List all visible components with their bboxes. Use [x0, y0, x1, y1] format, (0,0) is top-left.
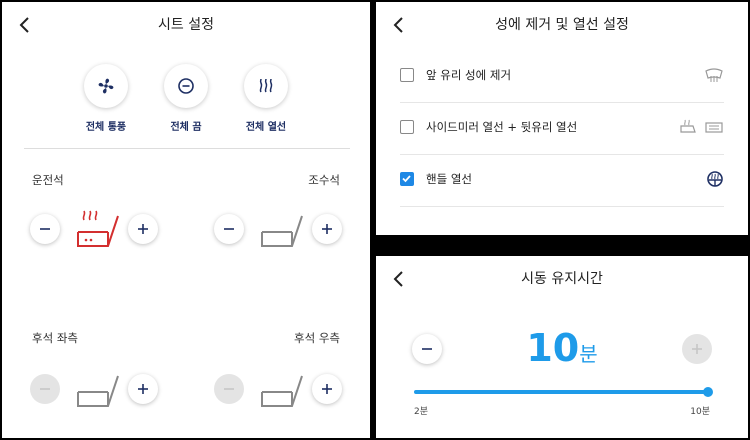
idle-time-panel: 시동 유지시간 10분 2분 10분	[376, 256, 748, 438]
driver-increase-button[interactable]	[128, 214, 158, 244]
rear-right-seat-icon	[261, 375, 303, 407]
page-title: 성에 제거 및 열선 설정	[495, 17, 629, 33]
rear-left-decrease-button[interactable]	[30, 374, 60, 404]
power-off-icon	[178, 78, 194, 94]
page-title: 시동 유지시간	[521, 271, 603, 287]
all-ventilation-label: 전체 통풍	[85, 122, 127, 133]
rear-right-increase-button[interactable]	[312, 374, 342, 404]
seat-settings-panel: 시트 설정 전체 통풍 전체 끔 전체 열선 운전석 조수석 후석 좌측 후석 …	[2, 2, 370, 438]
passenger-increase-button[interactable]	[312, 214, 342, 244]
minus-icon	[224, 388, 234, 390]
slider-max-label: 10분	[690, 407, 710, 417]
page-title: 시트 설정	[158, 17, 214, 33]
minus-icon	[40, 228, 50, 230]
driver-seat-heated-icon	[77, 210, 119, 247]
steering-heat-icon	[707, 171, 723, 187]
rear-defrost-icon	[705, 122, 723, 133]
divider	[24, 148, 350, 149]
mirror-rear-heat-checkbox[interactable]	[400, 120, 414, 134]
idle-time-slider[interactable]	[414, 387, 713, 397]
minus-icon	[40, 388, 50, 390]
mirror-rear-heat-option[interactable]: 사이드미러 열선 + 뒷유리 열선	[400, 102, 724, 155]
slider-min-label: 2분	[414, 407, 429, 417]
passenger-decrease-button[interactable]	[214, 214, 244, 244]
passenger-seat-label: 조수석	[308, 173, 340, 187]
minus-icon	[224, 228, 234, 230]
front-defrost-option[interactable]: 앞 유리 성에 제거	[400, 50, 724, 103]
steering-heat-label: 핸들 열선	[426, 172, 472, 186]
front-defrost-icon	[705, 68, 723, 82]
rear-left-seat-label: 후석 좌측	[32, 331, 78, 345]
rear-right-decrease-button[interactable]	[214, 374, 244, 404]
checkmark-icon	[402, 175, 411, 183]
driver-seat-label: 운전석	[32, 173, 64, 187]
all-heat-button[interactable]: 전체 열선	[226, 64, 306, 133]
idle-time-unit: 분	[579, 342, 598, 366]
plus-icon	[138, 224, 148, 234]
all-heat-label: 전체 열선	[245, 122, 287, 133]
steering-heat-checkbox[interactable]	[400, 172, 414, 186]
all-off-label: 전체 끔	[170, 122, 202, 133]
front-defrost-checkbox[interactable]	[400, 68, 414, 82]
mirror-rear-heat-label: 사이드미러 열선 + 뒷유리 열선	[426, 120, 578, 134]
passenger-seat-icon	[261, 215, 303, 247]
slider-thumb[interactable]	[703, 387, 713, 397]
fan-icon	[98, 78, 114, 94]
all-off-button[interactable]: 전체 끔	[146, 64, 226, 133]
plus-icon	[322, 384, 332, 394]
all-ventilation-button[interactable]: 전체 통풍	[66, 64, 146, 133]
driver-decrease-button[interactable]	[30, 214, 60, 244]
front-defrost-label: 앞 유리 성에 제거	[426, 68, 512, 82]
plus-icon	[138, 384, 148, 394]
defrost-settings-panel: 성에 제거 및 열선 설정 앞 유리 성에 제거 사이드미러 열선 + 뒷유리 …	[376, 2, 748, 235]
mirror-heat-icon	[680, 119, 696, 133]
rear-left-seat-icon	[77, 375, 119, 407]
rear-right-seat-label: 후석 우측	[294, 331, 340, 345]
idle-increase-button[interactable]	[682, 334, 712, 364]
idle-time-number: 10	[526, 326, 580, 370]
heat-icon	[259, 78, 273, 93]
plus-icon	[692, 344, 702, 354]
rear-left-increase-button[interactable]	[128, 374, 158, 404]
plus-icon	[322, 224, 332, 234]
steering-heat-option[interactable]: 핸들 열선	[400, 154, 724, 207]
